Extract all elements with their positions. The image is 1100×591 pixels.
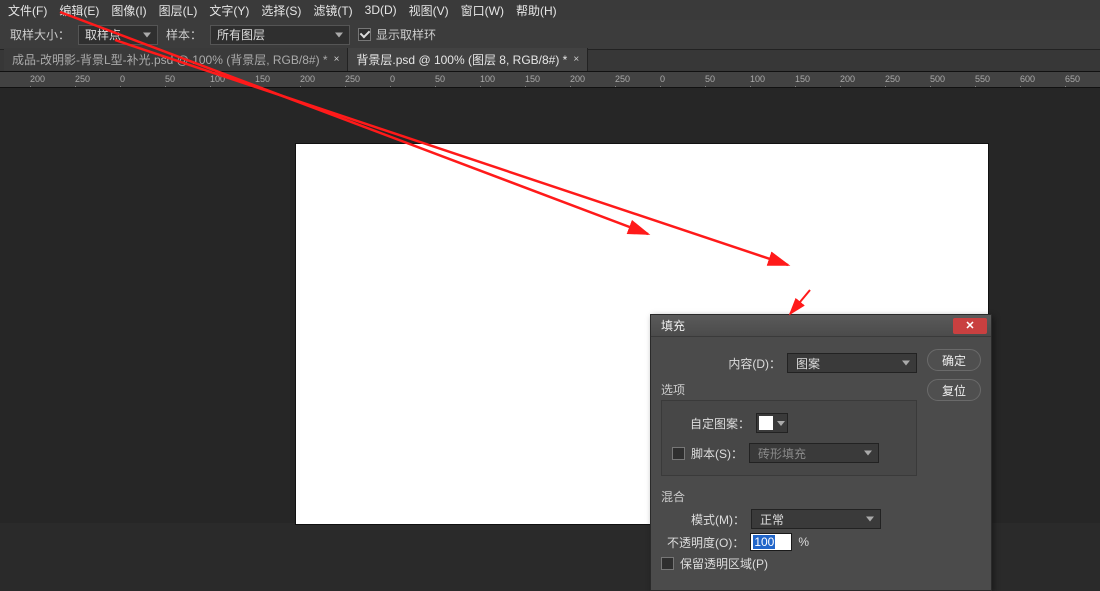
sample-layers-label: 样本： [166,26,202,43]
ruler-tick: 200 [570,74,585,84]
menu-layer[interactable]: 图层(L) [153,0,204,21]
ruler-tick: 250 [885,74,900,84]
ruler-horizontal: 200 250 0 50 100 150 200 250 0 50 100 15… [0,72,1100,88]
opacity-input[interactable]: 100 [750,533,792,551]
fill-dialog: 填充 ✕ 内容(D)： 图案 选项 自定图案： [650,314,992,591]
sample-size-select[interactable]: 取样点 [78,25,158,45]
doc-tab-2-label: 背景层.psd @ 100% (图层 8, RGB/8#) * [356,51,567,68]
checkbox-icon [661,557,674,570]
ruler-tick: 150 [255,74,270,84]
menu-select[interactable]: 选择(S) [255,0,307,21]
menu-file[interactable]: 文件(F) [2,0,53,21]
show-sampling-ring-label: 显示取样环 [376,26,436,43]
ruler-tick: 250 [615,74,630,84]
ruler-tick: 50 [705,74,715,84]
document-tabs: 成品-改明影-背景L型-补光.psd @ 100% (背景层, RGB/8#) … [0,50,1100,72]
ruler-tick: 200 [840,74,855,84]
reset-button[interactable]: 复位 [927,379,981,401]
opacity-label: 不透明度(O)： [667,534,744,551]
mode-label: 模式(M)： [691,511,745,528]
sample-layers-select[interactable]: 所有图层 [210,25,350,45]
doc-tab-2[interactable]: 背景层.psd @ 100% (图层 8, RGB/8#) * × [348,48,588,71]
content-select[interactable]: 图案 [787,353,917,373]
ruler-tick: 100 [480,74,495,84]
ruler-tick: 100 [750,74,765,84]
pattern-swatch-icon [759,416,773,430]
ruler-tick: 250 [345,74,360,84]
ruler-tick: 150 [525,74,540,84]
main-menubar: 文件(F) 编辑(E) 图像(I) 图层(L) 文字(Y) 选择(S) 滤镜(T… [0,0,1100,20]
ruler-tick: 650 [1065,74,1080,84]
options-section-label: 选项 [661,381,917,398]
menu-help[interactable]: 帮助(H) [510,0,563,21]
menu-type[interactable]: 文字(Y) [203,0,255,21]
ruler-tick: 500 [930,74,945,84]
ruler-tick: 200 [30,74,45,84]
close-icon[interactable]: × [573,54,579,65]
menu-image[interactable]: 图像(I) [105,0,152,21]
close-icon[interactable]: × [334,54,340,65]
ruler-tick: 250 [75,74,90,84]
ok-button[interactable]: 确定 [927,349,981,371]
dialog-close-button[interactable]: ✕ [953,318,987,334]
script-label: 脚本(S)： [691,445,743,462]
menu-edit[interactable]: 编辑(E) [53,0,105,21]
ruler-tick: 150 [795,74,810,84]
ruler-tick: 200 [300,74,315,84]
ruler-tick: 100 [210,74,225,84]
options-bar: 取样大小： 取样点 样本： 所有图层 显示取样环 [0,20,1100,50]
preserve-transparency-label: 保留透明区域(P) [680,555,768,572]
ruler-tick: 0 [120,74,125,84]
dialog-titlebar[interactable]: 填充 ✕ [651,315,991,337]
show-sampling-ring-checkbox[interactable]: 显示取样环 [358,26,436,43]
ruler-tick: 600 [1020,74,1035,84]
preserve-transparency-checkbox[interactable] [661,557,674,570]
options-group: 自定图案： 脚本(S)： 砖形填充 [661,400,917,476]
ruler-tick: 0 [660,74,665,84]
menu-view[interactable]: 视图(V) [403,0,455,21]
content-label: 内容(D)： [728,355,781,372]
checkbox-icon [672,447,685,460]
opacity-unit: % [798,535,809,549]
ruler-tick: 0 [390,74,395,84]
chevron-down-icon [777,421,785,426]
doc-tab-1[interactable]: 成品-改明影-背景L型-补光.psd @ 100% (背景层, RGB/8#) … [4,48,348,71]
ruler-tick: 50 [435,74,445,84]
ruler-tick: 550 [975,74,990,84]
script-select: 砖形填充 [749,443,879,463]
mode-select[interactable]: 正常 [751,509,881,529]
menu-window[interactable]: 窗口(W) [455,0,510,21]
ruler-tick: 50 [165,74,175,84]
script-checkbox[interactable] [672,447,685,460]
blend-section-label: 混合 [661,488,917,505]
custom-pattern-picker[interactable] [756,413,788,433]
sample-size-label: 取样大小： [10,26,70,43]
doc-tab-1-label: 成品-改明影-背景L型-补光.psd @ 100% (背景层, RGB/8#) … [12,51,328,68]
menu-filter[interactable]: 滤镜(T) [307,0,358,21]
menu-3d[interactable]: 3D(D) [359,1,403,19]
dialog-title-label: 填充 [661,317,685,334]
custom-pattern-label: 自定图案： [690,415,750,432]
workspace: 填充 ✕ 内容(D)： 图案 选项 自定图案： [0,88,1100,523]
checkbox-icon [358,28,371,41]
